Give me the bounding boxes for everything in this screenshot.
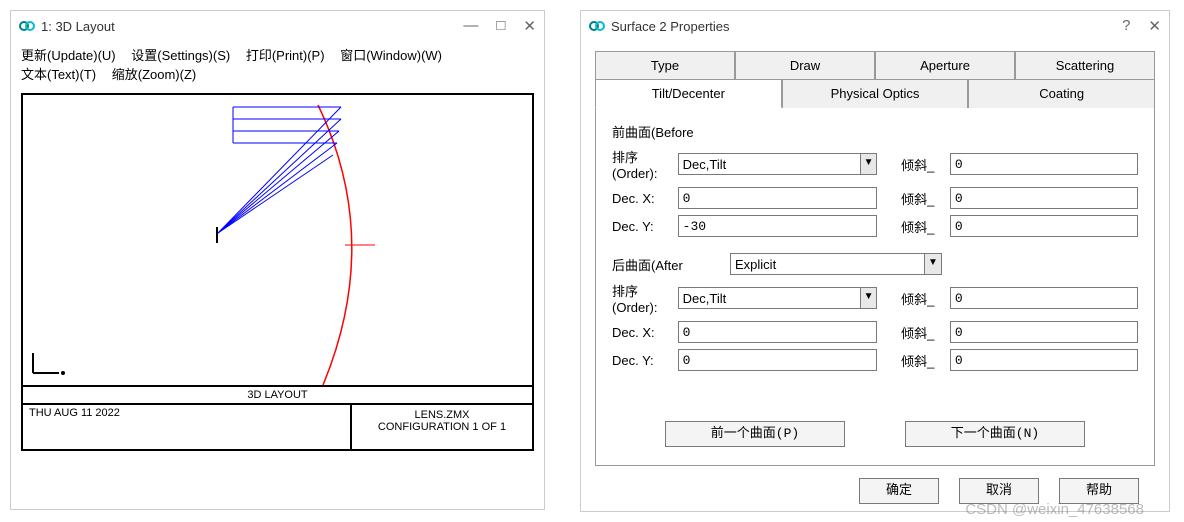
maximize-button[interactable]: □: [496, 17, 505, 35]
chevron-down-icon[interactable]: ▼: [860, 153, 877, 175]
after-section-label: 后曲面(After: [612, 255, 730, 274]
decy-label: Dec. Y:: [612, 353, 678, 368]
after-decy-input[interactable]: [678, 349, 877, 371]
menu-settings[interactable]: 设置(Settings)(S): [131, 48, 230, 63]
decy-label: Dec. Y:: [612, 219, 678, 234]
canvas-footer: 3D LAYOUT THU AUG 11 2022 LENS.ZMX CONFI…: [23, 385, 532, 449]
tab-scattering[interactable]: Scattering: [1015, 51, 1155, 79]
menu-print[interactable]: 打印(Print)(P): [246, 48, 325, 63]
footer-filename: LENS.ZMX: [358, 409, 526, 421]
close-button[interactable]: ✕: [523, 17, 536, 35]
help-button[interactable]: 帮助: [1059, 478, 1139, 504]
footer-title: 3D LAYOUT: [23, 387, 532, 405]
canvas-frame: 3D LAYOUT THU AUG 11 2022 LENS.ZMX CONFI…: [21, 93, 534, 451]
layout-canvas[interactable]: [23, 95, 532, 385]
order-label: 排序(Order):: [612, 281, 678, 315]
after-tilt-input[interactable]: [950, 287, 1138, 309]
window-3d-layout: 1: 3D Layout — □ ✕ 更新(Update)(U) 设置(Sett…: [10, 10, 545, 510]
tab-tilt-decenter[interactable]: Tilt/Decenter: [595, 79, 782, 108]
before-section-label: 前曲面(Before: [612, 122, 1138, 141]
tilt-decenter-form: 前曲面(Before 排序(Order): Dec,Tilt ▼ 倾斜_ Dec…: [595, 108, 1155, 466]
window-surface-properties: Surface 2 Properties ? ✕ Type Draw Apert…: [580, 10, 1170, 512]
ok-button[interactable]: 确定: [859, 478, 939, 504]
before-decy-input[interactable]: [678, 215, 877, 237]
tabstrip-bottom: Tilt/Decenter Physical Optics Coating: [595, 79, 1155, 108]
app-icon: [19, 18, 35, 34]
chevron-down-icon[interactable]: ▼: [860, 287, 877, 309]
tab-coating[interactable]: Coating: [968, 79, 1155, 108]
decx-label: Dec. X:: [612, 191, 678, 206]
window-title-left: 1: 3D Layout: [41, 19, 463, 34]
next-surface-button[interactable]: 下一个曲面(N): [905, 421, 1085, 447]
footer-date: THU AUG 11 2022: [23, 405, 352, 449]
minimize-button[interactable]: —: [463, 17, 478, 35]
tab-type[interactable]: Type: [595, 51, 735, 79]
before-tilt-x-input[interactable]: [950, 187, 1138, 209]
chevron-down-icon[interactable]: ▼: [924, 253, 942, 275]
after-tilt-y-input[interactable]: [950, 349, 1138, 371]
tab-draw[interactable]: Draw: [735, 51, 875, 79]
after-decx-input[interactable]: [678, 321, 877, 343]
menu-text[interactable]: 文本(Text)(T): [21, 67, 96, 82]
after-mode-combo[interactable]: Explicit: [730, 253, 924, 275]
tilt-label: 倾斜_: [901, 217, 950, 236]
before-tilt-y-input[interactable]: [950, 215, 1138, 237]
tilt-label: 倾斜_: [901, 289, 950, 308]
tilt-label: 倾斜_: [901, 351, 950, 370]
menu-zoom[interactable]: 缩放(Zoom)(Z): [112, 67, 197, 82]
menu-window[interactable]: 窗口(Window)(W): [340, 48, 442, 63]
tab-physical-optics[interactable]: Physical Optics: [782, 79, 969, 108]
prev-surface-button[interactable]: 前一个曲面(P): [665, 421, 845, 447]
before-tilt-input[interactable]: [950, 153, 1138, 175]
help-button[interactable]: ?: [1122, 17, 1130, 35]
layout-drawing: [23, 95, 532, 385]
tilt-label: 倾斜_: [901, 323, 950, 342]
after-tilt-x-input[interactable]: [950, 321, 1138, 343]
app-icon: [589, 18, 605, 34]
before-order-combo[interactable]: Dec,Tilt: [678, 153, 860, 175]
order-label: 排序(Order):: [612, 147, 678, 181]
window-title-right: Surface 2 Properties: [611, 19, 1122, 34]
tabstrip-top: Type Draw Aperture Scattering: [595, 51, 1155, 80]
tab-aperture[interactable]: Aperture: [875, 51, 1015, 79]
close-button[interactable]: ✕: [1148, 17, 1161, 35]
footer-config: CONFIGURATION 1 OF 1: [358, 421, 526, 433]
decx-label: Dec. X:: [612, 325, 678, 340]
cancel-button[interactable]: 取消: [959, 478, 1039, 504]
menu-update[interactable]: 更新(Update)(U): [21, 48, 116, 63]
after-order-combo[interactable]: Dec,Tilt: [678, 287, 860, 309]
tilt-label: 倾斜_: [901, 189, 950, 208]
titlebar-right: Surface 2 Properties ? ✕: [581, 11, 1169, 41]
menubar-left: 更新(Update)(U) 设置(Settings)(S) 打印(Print)(…: [11, 41, 544, 87]
before-decx-input[interactable]: [678, 187, 877, 209]
titlebar-left: 1: 3D Layout — □ ✕: [11, 11, 544, 41]
tilt-label: 倾斜_: [901, 155, 950, 174]
